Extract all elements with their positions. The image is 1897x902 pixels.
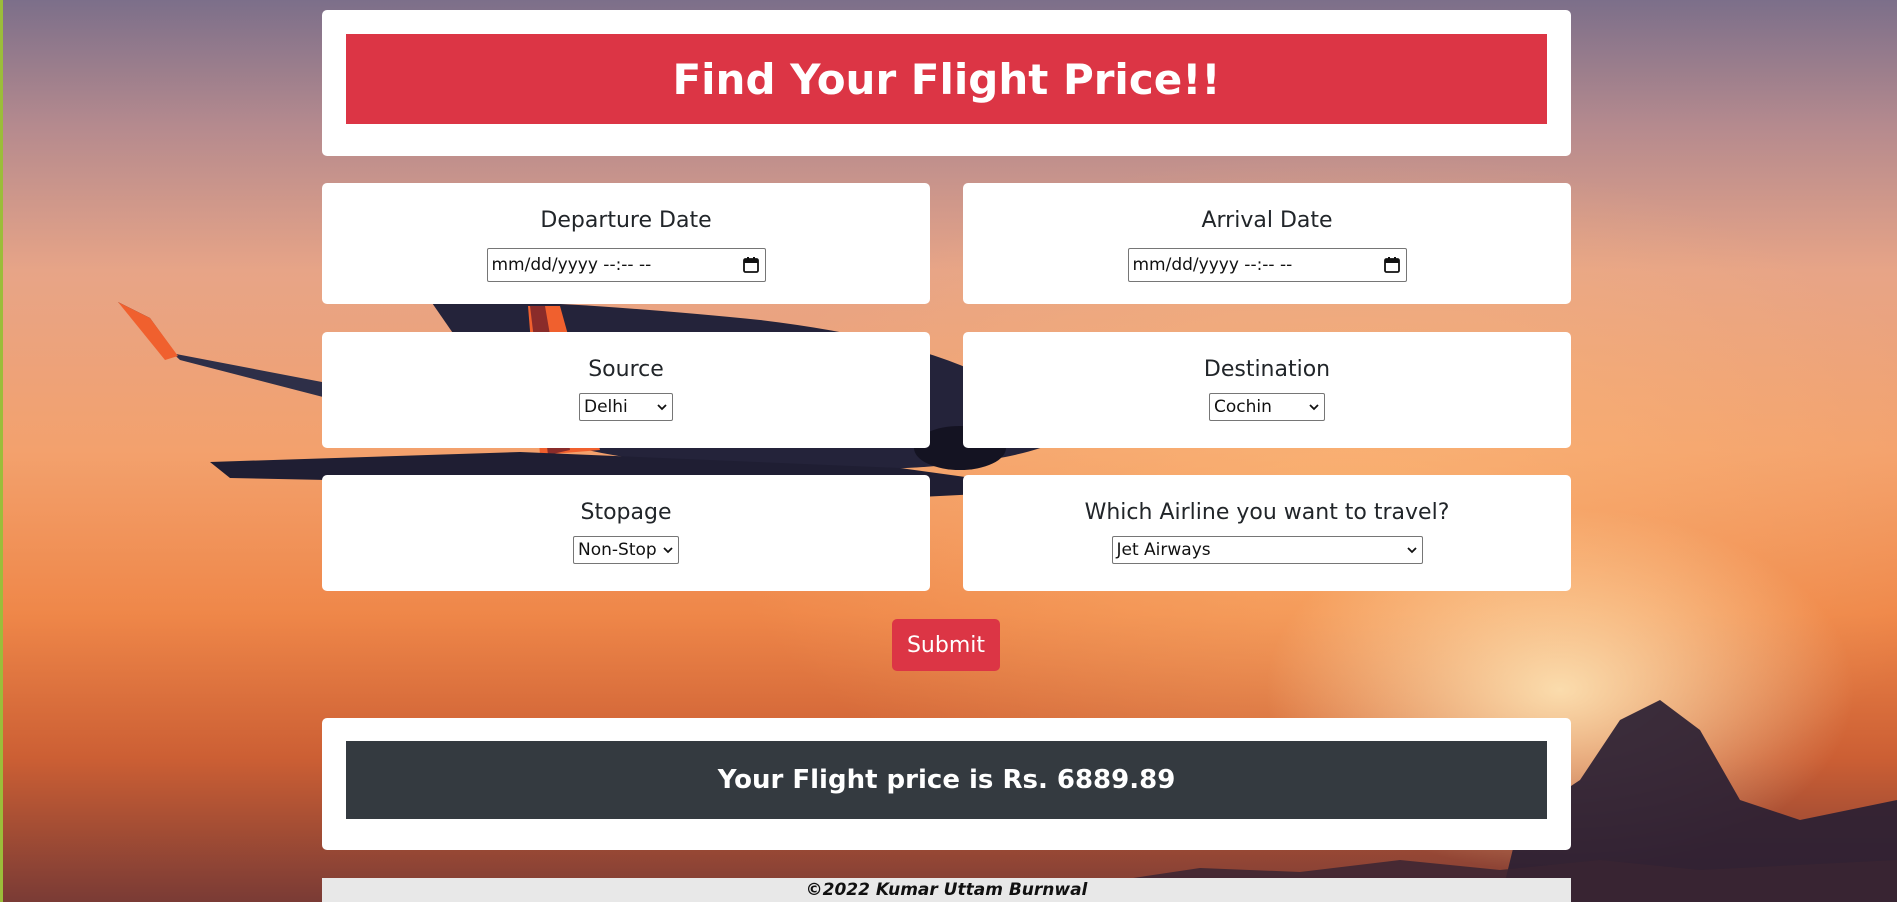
destination-selected-value: Cochin [1214, 397, 1272, 417]
chevron-down-icon [1309, 404, 1319, 411]
result-card: Your Flight price is Rs. 6889.89 [322, 718, 1571, 850]
calendar-icon[interactable] [1383, 256, 1401, 274]
chevron-down-icon [663, 547, 673, 554]
calendar-icon[interactable] [742, 256, 760, 274]
airline-label: Which Airline you want to travel? [1084, 500, 1450, 525]
departure-date-label: Departure Date [540, 208, 712, 233]
departure-date-value: mm/dd/yyyy --:-- -- [491, 255, 652, 275]
page-title: Find Your Flight Price!! [346, 34, 1547, 124]
flight-price-result: Your Flight price is Rs. 6889.89 [346, 741, 1547, 819]
submit-button[interactable]: Submit [892, 619, 1000, 671]
chevron-down-icon [657, 404, 667, 411]
destination-card: Destination Cochin [963, 332, 1571, 448]
departure-date-card: Departure Date mm/dd/yyyy --:-- -- [322, 183, 930, 304]
arrival-date-input[interactable]: mm/dd/yyyy --:-- -- [1127, 248, 1407, 282]
chevron-down-icon [1406, 547, 1417, 554]
source-select[interactable]: Delhi [579, 393, 673, 421]
destination-select[interactable]: Cochin [1209, 393, 1325, 421]
stopage-card: Stopage Non-Stop [322, 475, 930, 591]
departure-date-input[interactable]: mm/dd/yyyy --:-- -- [486, 248, 766, 282]
title-card: Find Your Flight Price!! [322, 10, 1571, 156]
destination-label: Destination [1203, 357, 1331, 382]
footer-copyright: ©2022 Kumar Uttam Burnwal [322, 878, 1571, 902]
arrival-date-label: Arrival Date [1201, 208, 1333, 233]
source-card: Source Delhi [322, 332, 930, 448]
stopage-label: Stopage [580, 500, 672, 525]
arrival-date-card: Arrival Date mm/dd/yyyy --:-- -- [963, 183, 1571, 304]
arrival-date-value: mm/dd/yyyy --:-- -- [1132, 255, 1293, 275]
airline-card: Which Airline you want to travel? Jet Ai… [963, 475, 1571, 591]
stopage-select[interactable]: Non-Stop [573, 536, 679, 564]
airline-selected-value: Jet Airways [1116, 540, 1211, 560]
airline-select[interactable]: Jet Airways [1111, 536, 1423, 564]
source-label: Source [588, 357, 664, 382]
source-selected-value: Delhi [584, 397, 628, 417]
stopage-selected-value: Non-Stop [578, 540, 657, 560]
